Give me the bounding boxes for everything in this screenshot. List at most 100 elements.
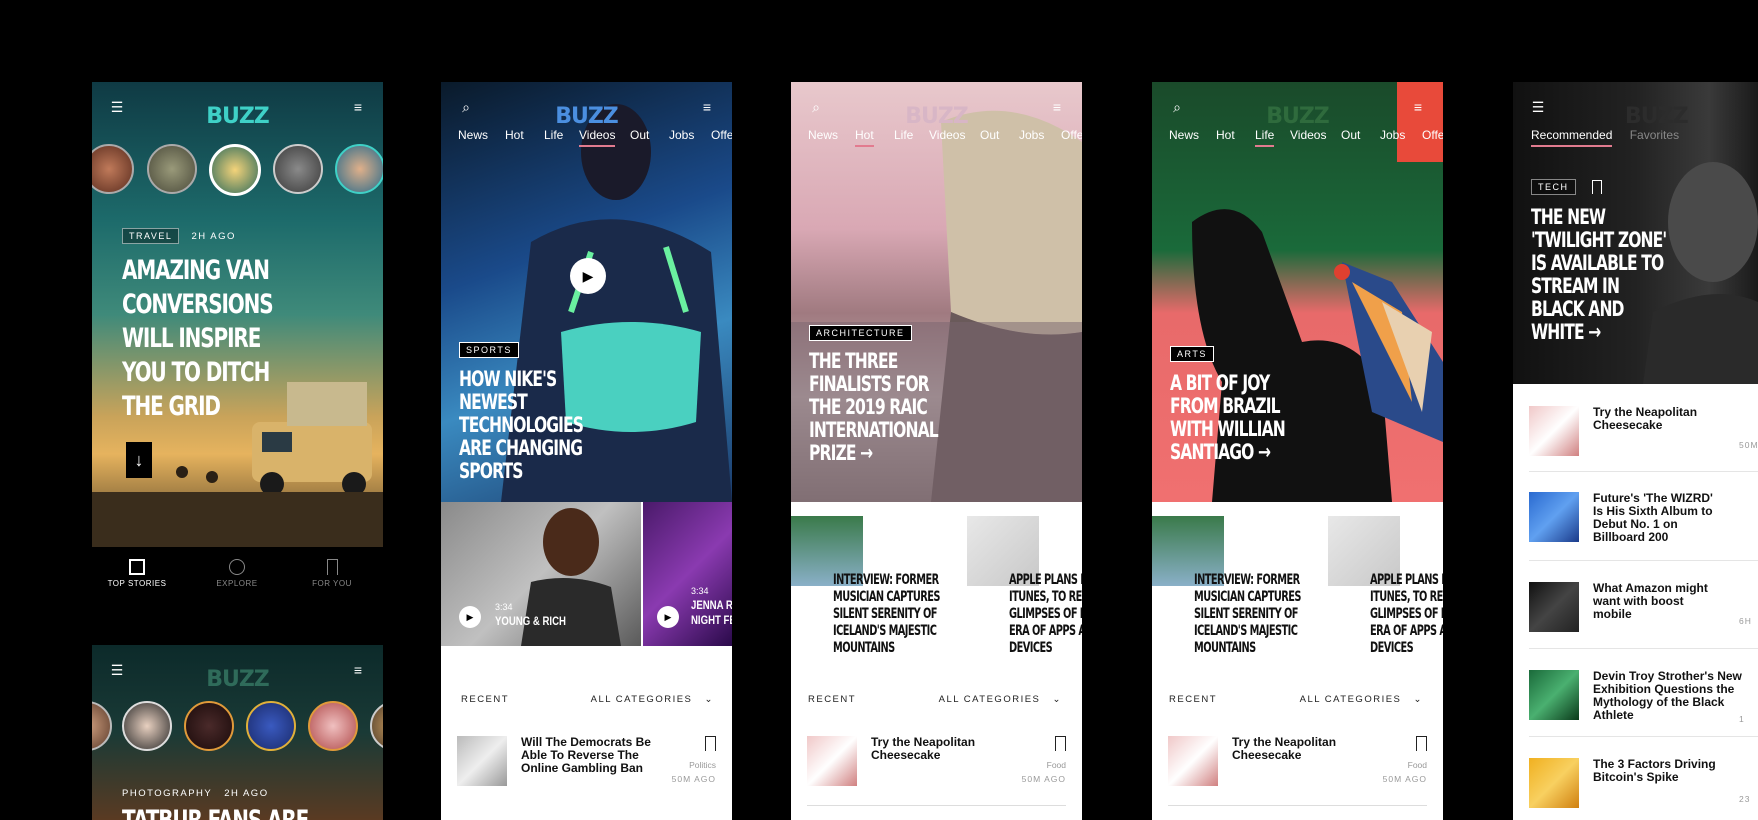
nav-tab[interactable]: Out — [980, 128, 999, 142]
play-button[interactable]: ▶ — [570, 258, 606, 294]
card-title-line: ICELAND'S MAJESTIC — [833, 623, 937, 639]
nav-tab[interactable]: Jobs — [1019, 128, 1044, 142]
tab-explore[interactable]: EXPLORE — [202, 559, 272, 588]
menu-icon[interactable]: ≡ — [349, 98, 367, 116]
nav-tab[interactable]: Videos — [1290, 128, 1326, 142]
nav-tab[interactable]: News — [808, 128, 838, 142]
featured-card[interactable]: INTERVIEW: FORMER MUSICIAN CAPTURES SILE… — [791, 516, 966, 666]
nav-tab[interactable]: Life — [544, 128, 563, 142]
headline-line: WILL INSPIRE — [122, 323, 261, 354]
nav-tab[interactable]: Offe — [711, 128, 732, 142]
bookmark-icon[interactable] — [1055, 736, 1066, 751]
divider — [1168, 805, 1427, 806]
recent-label: RECENT — [1169, 694, 1218, 705]
categories-dropdown[interactable]: ALL CATEGORIES ⌄ — [939, 694, 1062, 705]
search-icon[interactable]: ⌕ — [807, 98, 825, 116]
article-time: 1 — [1739, 714, 1745, 724]
bookmark-icon[interactable] — [1591, 180, 1602, 194]
category-tag[interactable]: TECH — [1531, 179, 1576, 195]
story-avatar[interactable] — [246, 701, 296, 751]
menu-icon[interactable]: ≡ — [1048, 98, 1066, 116]
nav-tab[interactable]: Videos — [929, 128, 965, 142]
filter-icon[interactable]: ☰ — [108, 98, 126, 116]
nav-tab-active[interactable]: Life — [1255, 128, 1275, 147]
search-icon[interactable]: ⌕ — [457, 98, 475, 116]
category-tag[interactable]: ARTS — [1170, 346, 1214, 362]
headline-line: 'TWILIGHT ZONE' — [1531, 228, 1667, 252]
nav-tab[interactable]: Out — [1341, 128, 1360, 142]
menu-icon[interactable]: ≡ — [1409, 98, 1427, 116]
hero-headline[interactable]: TATBUR FANS ARE — [122, 805, 309, 820]
nav-tab[interactable]: Hot — [1216, 128, 1235, 142]
nav-tab[interactable]: Offe — [1422, 128, 1443, 142]
hero-headline[interactable]: THE THREE FINALISTS FOR THE 2019 RAIC IN… — [809, 350, 939, 465]
featured-card[interactable]: INTERVIEW: FORMER MUSICIAN CAPTURES SILE… — [1152, 516, 1327, 666]
story-avatar[interactable] — [370, 701, 383, 751]
filter-icon[interactable]: ☰ — [108, 661, 126, 679]
categories-dropdown[interactable]: ALL CATEGORIES ⌄ — [591, 694, 714, 705]
headline-line: THE GRID — [122, 391, 221, 422]
topbar: ⌕ BUZZ ≡ News Hot Life Videos Out Jobs O… — [441, 82, 732, 152]
category-tag[interactable]: SPORTS — [459, 342, 519, 358]
nav-tab[interactable]: Out — [630, 128, 649, 142]
menu-icon[interactable]: ≡ — [698, 98, 716, 116]
play-button-small[interactable]: ▶ — [459, 606, 481, 628]
hero-headline[interactable]: A BIT OF JOY FROM BRAZIL WITH WILLIAN SA… — [1170, 372, 1286, 464]
list-item[interactable]: What Amazon might want with boost mobile… — [1529, 582, 1758, 654]
story-avatar[interactable] — [92, 701, 112, 751]
categories-dropdown[interactable]: ALL CATEGORIES ⌄ — [1300, 694, 1423, 705]
bookmark-icon[interactable] — [1416, 736, 1427, 751]
card-title-line: ERA OF APPS A — [1009, 623, 1082, 639]
category-tag[interactable]: TRAVEL — [122, 228, 180, 244]
tab-recommended[interactable]: Recommended — [1531, 128, 1613, 147]
list-item[interactable]: Try the Neapolitan Cheesecake 50M — [1529, 406, 1758, 478]
list-item[interactable]: The 3 Factors Driving Bitcoin's Spike 23 — [1529, 758, 1758, 820]
nav-tab[interactable]: Hot — [505, 128, 524, 142]
hero-headline[interactable]: HOW NIKE'S NEWEST TECHNOLOGIES ARE CHANG… — [459, 368, 584, 483]
tab-favorites[interactable]: Favorites — [1630, 128, 1679, 142]
menu-icon[interactable]: ≡ — [349, 661, 367, 679]
video-card[interactable]: ▶ 3:34 JENNA R NIGHT FE — [643, 502, 732, 646]
nav-tab[interactable]: Jobs — [1380, 128, 1405, 142]
nav-tab[interactable]: Jobs — [669, 128, 694, 142]
list-item[interactable]: Devin Troy Strother's New Exhibition Que… — [1529, 670, 1758, 742]
category-tag[interactable]: ARCHITECTURE — [809, 325, 912, 341]
category-tag[interactable]: PHOTOGRAPHY — [122, 788, 212, 799]
story-avatar[interactable] — [209, 144, 261, 196]
story-avatar[interactable] — [273, 144, 323, 194]
story-avatar[interactable] — [147, 144, 197, 194]
video-title: JENNA R — [691, 598, 732, 612]
list-item[interactable]: Try the Neapolitan Cheesecake Food 50M A… — [1168, 736, 1427, 808]
scroll-down-button[interactable]: ↓ — [126, 442, 152, 478]
search-icon[interactable]: ⌕ — [1168, 98, 1186, 116]
hero-headline[interactable]: THE NEW 'TWILIGHT ZONE' IS AVAILABLE TO … — [1531, 206, 1667, 344]
list-item[interactable]: Future's 'The WIZRD' Is His Sixth Album … — [1529, 492, 1758, 564]
tab-top-stories[interactable]: TOP STORIES — [102, 559, 172, 588]
filter-icon[interactable]: ☰ — [1529, 98, 1547, 116]
nav-tab[interactable]: Offe — [1061, 128, 1082, 142]
divider — [1529, 736, 1758, 737]
story-avatar[interactable] — [335, 144, 383, 194]
story-avatar[interactable] — [92, 144, 134, 194]
stories-row — [92, 701, 383, 753]
video-card[interactable]: ▶ 3:34 YOUNG & RICH — [441, 502, 641, 646]
article-thumbnail — [807, 736, 857, 786]
list-item[interactable]: Try the Neapolitan Cheesecake Food 50M A… — [807, 736, 1066, 808]
story-avatar[interactable] — [122, 701, 172, 751]
nav-tab[interactable]: News — [1169, 128, 1199, 142]
headline-line-text: WHITE — [1531, 320, 1585, 344]
nav-tab[interactable]: Life — [894, 128, 913, 142]
featured-card[interactable]: APPLE PLANS E ITUNES, TO REV GLIMPSES OF… — [967, 516, 1082, 666]
bookmark-icon[interactable] — [705, 736, 716, 751]
list-item[interactable]: Will The Democrats Be Able To Reverse Th… — [457, 736, 716, 808]
hero-headline[interactable]: AMAZING VAN CONVERSIONS WILL INSPIRE YOU… — [122, 254, 274, 424]
featured-card[interactable]: APPLE PLANS E ITUNES, TO REV GLIMPSES OF… — [1328, 516, 1443, 666]
story-avatar[interactable] — [184, 701, 234, 751]
play-button-small[interactable]: ▶ — [657, 606, 679, 628]
nav-tab[interactable]: News — [458, 128, 488, 142]
tab-for-you[interactable]: FOR YOU — [297, 559, 367, 588]
nav-tab-active[interactable]: Hot — [855, 128, 874, 147]
nav-tab-active[interactable]: Videos — [579, 128, 616, 147]
story-avatar[interactable] — [308, 701, 358, 751]
headline-line: STREAM IN — [1531, 274, 1620, 298]
